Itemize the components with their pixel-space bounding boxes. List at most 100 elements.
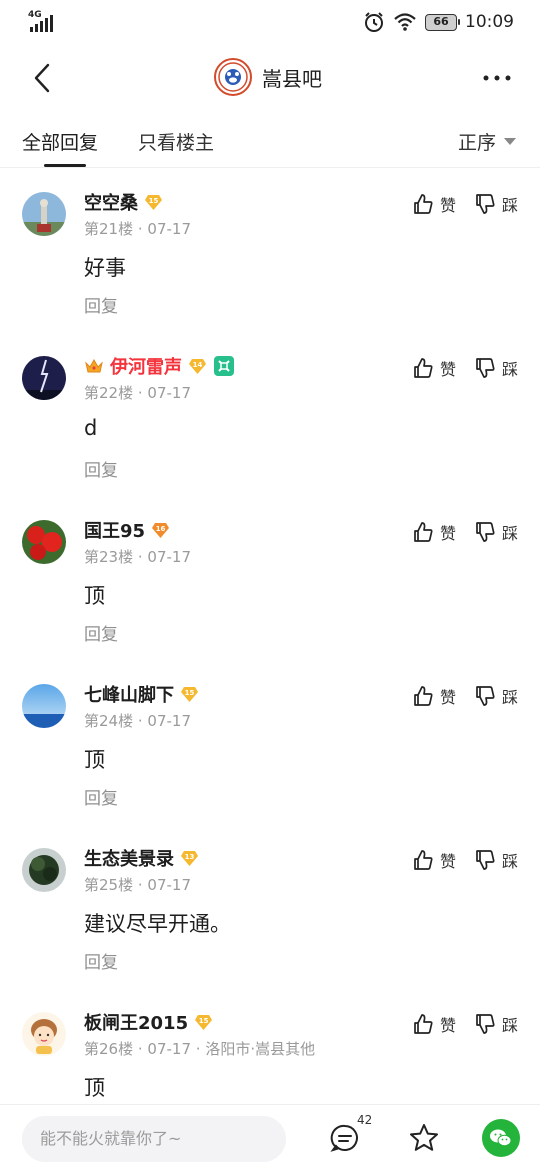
level-number: 13 — [184, 852, 195, 861]
dislike-label: 踩 — [501, 360, 518, 379]
thumbs-up-icon — [414, 522, 433, 542]
reply-content: 顶 — [84, 1076, 105, 1100]
dislike-button[interactable]: 踩 — [474, 356, 518, 380]
level-number: 15 — [198, 1016, 209, 1025]
reply-content: d — [84, 416, 98, 440]
like-label: 赞 — [439, 688, 456, 707]
meta-separator: · — [133, 1040, 148, 1058]
reply-button[interactable]: 回复 — [84, 620, 118, 645]
dislike-button[interactable]: 踩 — [474, 848, 518, 872]
thumbs-up-icon — [414, 1014, 433, 1034]
post-meta: 第23楼 · 07-17 — [84, 546, 191, 567]
like-button[interactable]: 赞 — [412, 848, 456, 872]
like-label: 赞 — [439, 524, 456, 543]
user-avatar[interactable] — [22, 356, 66, 400]
username[interactable]: 空空桑 — [84, 189, 138, 215]
reply-item: 伊河雷声 14 第22楼 · 07-17 d 回复 赞 踩 — [0, 336, 540, 500]
username[interactable]: 国王95 — [84, 517, 145, 543]
dislike-button[interactable]: 踩 — [474, 684, 518, 708]
reply-content: 建议尽早开通。 — [84, 912, 231, 936]
like-button[interactable]: 赞 — [412, 1012, 456, 1036]
level-number: 15 — [184, 688, 195, 697]
thumbs-down-icon — [476, 1014, 495, 1034]
level-badge: 16 — [151, 522, 170, 539]
username[interactable]: 伊河雷声 — [110, 353, 182, 379]
user-avatar[interactable] — [22, 848, 66, 892]
dislike-label: 踩 — [501, 1016, 518, 1035]
thumbs-down-icon — [476, 686, 495, 706]
post-date: 07-17 — [147, 220, 191, 238]
user-name-row: 板闸王2015 15 — [84, 1010, 213, 1034]
reply-item: 七峰山脚下 15 第24楼 · 07-17 顶回复赞踩 — [0, 664, 540, 828]
navigation-bar: 嵩县吧 — [0, 50, 540, 106]
dislike-label: 踩 — [501, 524, 518, 543]
dislike-label: 踩 — [501, 688, 518, 707]
reply-button[interactable]: 回复 — [84, 292, 118, 317]
user-name-row: 国王95 16 — [84, 518, 170, 542]
like-button[interactable]: 赞 — [412, 684, 456, 708]
tab-all-replies[interactable]: 全部回复 — [22, 128, 98, 155]
user-name-row: 七峰山脚下 15 — [84, 682, 199, 706]
forum-header[interactable]: 嵩县吧 — [214, 58, 322, 96]
more-options-icon[interactable] — [482, 70, 512, 86]
reaction-actions: 赞踩 — [412, 848, 518, 872]
member-badge-icon — [214, 356, 234, 376]
wifi-icon — [394, 13, 416, 31]
like-button[interactable]: 赞 — [412, 192, 456, 216]
reply-button[interactable]: 回复 — [84, 948, 118, 973]
meta-separator: · — [133, 384, 148, 402]
dislike-button[interactable]: 踩 — [474, 520, 518, 544]
reply-list: 空空桑 15 第21楼 · 07-17 好事 回复赞踩伊河雷声 14 第22楼 · 07-1… — [0, 172, 540, 1156]
wechat-share-icon[interactable] — [482, 1119, 520, 1157]
like-label: 赞 — [439, 1016, 456, 1035]
status-bar: 4G 66 10:09 — [0, 0, 540, 44]
alarm-icon — [365, 12, 383, 32]
reply-filter-tabs: 全部回复 只看楼主 正序 — [0, 112, 540, 168]
thumbs-up-icon — [414, 358, 433, 378]
star-icon[interactable] — [408, 1122, 440, 1154]
post-date: 07-17 — [147, 876, 191, 894]
thumbs-up-icon — [414, 194, 433, 214]
like-button[interactable]: 赞 — [412, 520, 456, 544]
reply-input[interactable]: 能不能火就靠你了~ — [22, 1116, 286, 1162]
signal-icon — [30, 15, 53, 32]
reaction-actions: 赞踩 — [412, 192, 518, 216]
meta-separator: · — [133, 876, 148, 894]
reaction-actions: 赞踩 — [412, 520, 518, 544]
caret-down-icon — [504, 138, 516, 145]
level-number: 15 — [148, 196, 159, 205]
reaction-actions: 赞踩 — [412, 1012, 518, 1036]
reply-content: 好事 — [84, 256, 126, 280]
reply-button[interactable]: 回复 — [84, 456, 118, 481]
user-name-row: 生态美景录 13 — [84, 846, 199, 870]
reply-item: 国王95 16 第23楼 · 07-17 顶回复赞踩 — [0, 500, 540, 664]
post-meta: 第22楼 · 07-17 — [84, 382, 191, 403]
username[interactable]: 生态美景录 — [84, 845, 174, 871]
comment-icon[interactable] — [330, 1123, 360, 1153]
username[interactable]: 板闸王2015 — [84, 1009, 188, 1035]
active-tab-indicator — [44, 164, 86, 167]
tab-op-only[interactable]: 只看楼主 — [138, 128, 214, 155]
sort-dropdown[interactable]: 正序 — [458, 128, 516, 155]
like-label: 赞 — [439, 852, 456, 871]
thumbs-down-icon — [476, 358, 495, 378]
reply-button[interactable]: 回复 — [84, 784, 118, 809]
user-name-row: 空空桑 15 — [84, 190, 163, 214]
back-arrow-icon[interactable] — [30, 62, 54, 94]
like-button[interactable]: 赞 — [412, 356, 456, 380]
thumbs-down-icon — [476, 850, 495, 870]
user-avatar[interactable] — [22, 684, 66, 728]
sort-label: 正序 — [457, 132, 496, 154]
dislike-label: 踩 — [501, 852, 518, 871]
user-avatar[interactable] — [22, 192, 66, 236]
clock: 10:09 — [465, 12, 514, 32]
user-avatar[interactable] — [22, 1012, 66, 1056]
user-name-row: 伊河雷声 14 — [84, 354, 235, 378]
reply-content: 顶 — [84, 584, 105, 608]
post-date: 07-17 — [147, 712, 191, 730]
meta-separator: · — [191, 1040, 206, 1058]
dislike-button[interactable]: 踩 — [474, 192, 518, 216]
dislike-button[interactable]: 踩 — [474, 1012, 518, 1036]
user-avatar[interactable] — [22, 520, 66, 564]
username[interactable]: 七峰山脚下 — [84, 681, 174, 707]
